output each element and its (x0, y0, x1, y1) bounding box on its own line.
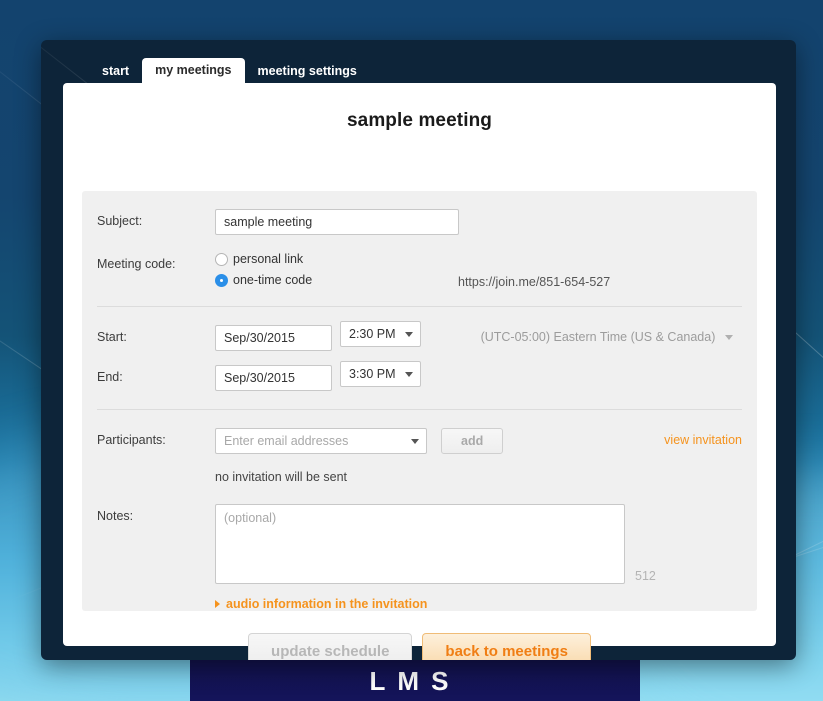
start-time-select-wrap: 2:30 PM (340, 321, 421, 347)
start-time-select[interactable]: 2:30 PM (340, 321, 421, 347)
tab-my-meetings[interactable]: my meetings (142, 57, 245, 83)
audio-information-label: audio information in the invitation (226, 597, 428, 611)
participants-label: Participants: (97, 433, 166, 447)
notes-box-wrap: 512 (215, 504, 742, 584)
notes-textarea[interactable] (215, 504, 625, 584)
radio-personal-link-circle[interactable] (215, 252, 228, 266)
end-time-select[interactable]: 3:30 PM (340, 361, 421, 387)
subject-field-wrap (215, 209, 742, 235)
end-date-input[interactable] (215, 365, 332, 391)
start-label: Start: (97, 330, 127, 344)
participants-input-wrap (215, 428, 427, 454)
join-url-text: https://join.me/851-654-527 (458, 275, 611, 289)
meeting-dialog: start my meetings meeting settings sampl… (41, 40, 796, 660)
notes-field-wrap: 512 audio information in the invitation (215, 504, 742, 611)
update-schedule-button[interactable]: update schedule (248, 633, 413, 660)
meeting-form-panel: Subject: Meeting code: personal link (82, 191, 757, 611)
meeting-code-row: Meeting code: personal link one-time cod… (82, 235, 757, 306)
view-invitation-link[interactable]: view invitation (664, 433, 742, 447)
subject-input[interactable] (215, 209, 459, 235)
content-card: sample meeting Subject: Meeting code: pe… (63, 83, 776, 660)
no-invitation-note: no invitation will be sent (215, 470, 348, 484)
meeting-code-field-wrap: personal link one-time code https://join… (215, 252, 742, 289)
end-row: End: 3:30 PM (82, 351, 757, 409)
add-participant-button[interactable]: add (441, 428, 504, 454)
chevron-right-icon (215, 600, 220, 608)
start-date-input[interactable] (215, 325, 332, 351)
chevron-down-icon (725, 335, 734, 340)
page-title: sample meeting (346, 110, 492, 131)
no-invitation-spacer (97, 468, 215, 473)
end-label: End: (97, 370, 123, 384)
no-invitation-row: no invitation will be sent (82, 454, 757, 486)
notes-row: Notes: 512 audio information in the invi… (82, 486, 757, 611)
timezone-label: (UTC-05:00) Eastern Time (US & Canada) (480, 330, 716, 344)
footer-buttons: update schedule back to meetings (63, 633, 776, 660)
tab-start[interactable]: start (89, 60, 142, 84)
radio-one-time-code[interactable]: one-time code (215, 273, 458, 287)
notes-label: Notes: (97, 509, 134, 523)
notes-char-counter: 512 (635, 569, 656, 583)
tab-bar: start my meetings meeting settings (89, 57, 370, 84)
end-time-select-wrap: 3:30 PM (340, 361, 421, 387)
subject-row: Subject: (82, 191, 757, 235)
participants-input[interactable] (215, 428, 427, 454)
back-to-meetings-button[interactable]: back to meetings (422, 633, 591, 660)
tab-meeting-settings[interactable]: meeting settings (245, 60, 370, 84)
audio-information-toggle[interactable]: audio information in the invitation (215, 597, 742, 611)
radio-one-time-code-circle[interactable] (215, 273, 228, 287)
end-field-wrap: 3:30 PM (215, 361, 742, 391)
subject-label: Subject: (97, 214, 143, 228)
lms-wordmark: LMS (369, 666, 461, 696)
radio-personal-link[interactable]: personal link (215, 252, 458, 266)
start-row: Start: 2:30 PM (UTC-05:00) Eastern Time … (82, 307, 757, 351)
start-field-wrap: 2:30 PM (UTC-05:00) Eastern Time (US & C… (215, 321, 742, 351)
meeting-code-options: personal link one-time code (215, 252, 458, 287)
meeting-code-label: Meeting code: (97, 257, 176, 271)
timezone-select[interactable]: (UTC-05:00) Eastern Time (US & Canada) (477, 325, 738, 349)
participants-field-wrap: add view invitation (215, 428, 742, 454)
radio-one-time-code-label: one-time code (233, 273, 313, 287)
no-invitation-wrap: no invitation will be sent (215, 468, 742, 486)
participants-row: Participants: add view invitation (82, 410, 757, 454)
radio-personal-link-label: personal link (233, 252, 304, 266)
